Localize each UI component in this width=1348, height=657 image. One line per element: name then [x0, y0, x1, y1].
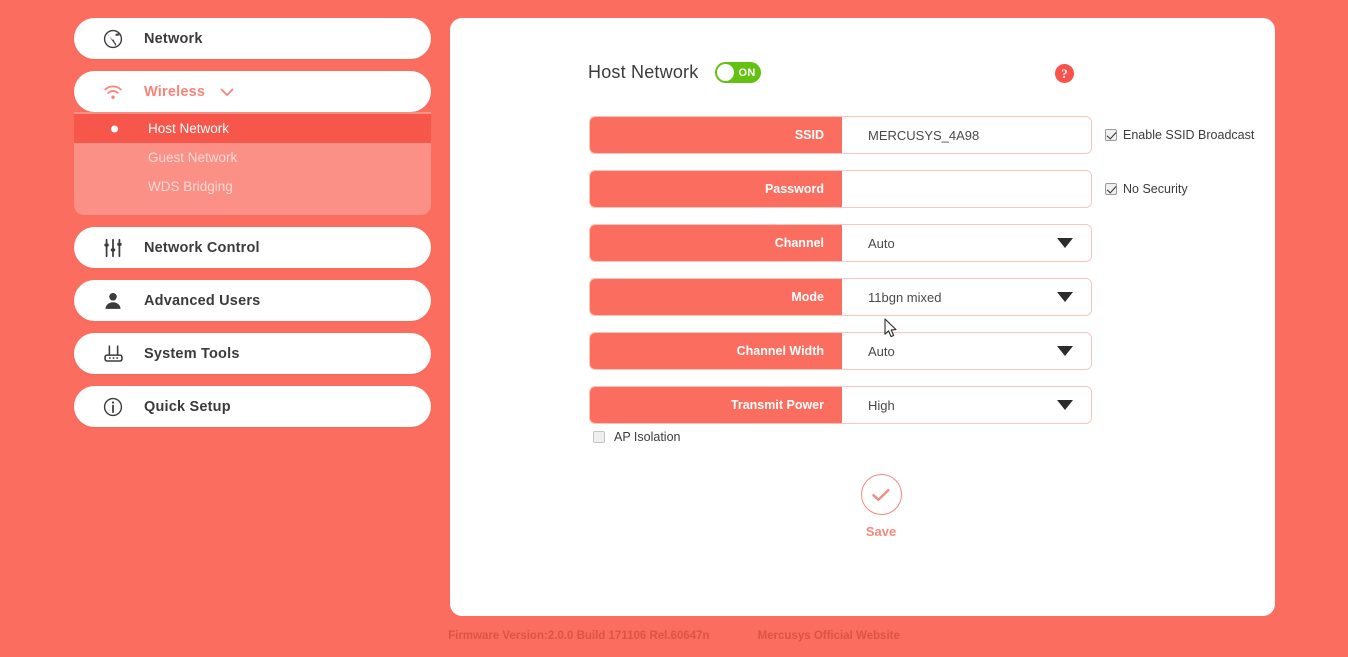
- channel-select[interactable]: Auto: [842, 225, 1091, 261]
- host-network-toggle[interactable]: ON: [715, 62, 762, 83]
- sidebar-subitem-guest-network[interactable]: Guest Network: [74, 143, 431, 172]
- host-network-form: SSID MERCUSYS_4A98 Password Channel Auto…: [589, 116, 1092, 440]
- footer: Firmware Version:2.0.0 Build 171106 Rel.…: [0, 630, 1348, 642]
- active-bullet-icon: [111, 125, 118, 132]
- form-row-password: Password: [589, 170, 1092, 208]
- globe-icon: [100, 26, 126, 52]
- chevron-down-icon[interactable]: [1057, 292, 1073, 302]
- sidebar-item-wireless[interactable]: Wireless: [74, 71, 431, 112]
- main-panel: Host Network ON ? SSID MERCUSYS_4A98 Pas…: [450, 18, 1275, 616]
- no-security-checkbox[interactable]: No Security: [1105, 182, 1188, 196]
- ap-isolation-checkbox[interactable]: AP Isolation: [593, 430, 680, 444]
- toggle-knob: [717, 64, 735, 81]
- save-button[interactable]: Save: [838, 474, 924, 539]
- wifi-icon: [100, 79, 126, 105]
- transmit-power-select[interactable]: High: [842, 387, 1091, 423]
- chevron-down-icon[interactable]: [1057, 400, 1073, 410]
- router-icon: [100, 341, 126, 367]
- user-icon: [100, 288, 126, 314]
- checkbox-icon: [1105, 129, 1117, 141]
- toggle-state-label: ON: [738, 66, 756, 79]
- sidebar-item-advanced-users[interactable]: Advanced Users: [74, 280, 431, 321]
- sliders-icon: [100, 235, 126, 261]
- firmware-version: Firmware Version:2.0.0 Build 171106 Rel.…: [448, 630, 710, 642]
- save-label: Save: [865, 524, 897, 539]
- checkbox-icon: [593, 431, 605, 443]
- chevron-down-icon[interactable]: [219, 86, 235, 98]
- official-website-link[interactable]: Mercusys Official Website: [758, 630, 900, 642]
- panel-header: Host Network ON: [588, 62, 762, 83]
- sidebar-subitem-wds-bridging[interactable]: WDS Bridging: [74, 172, 431, 201]
- form-row-transmit-power: Transmit Power High: [589, 386, 1092, 424]
- sidebar-item-label: Wireless: [144, 83, 206, 100]
- sidebar-item-label: Quick Setup: [144, 398, 231, 415]
- sidebar-item-system-tools[interactable]: System Tools: [74, 333, 431, 374]
- page-title: Host Network: [588, 62, 699, 82]
- check-icon: [860, 474, 902, 515]
- sidebar-subitem-label: Host Network: [148, 121, 230, 136]
- checkbox-label: AP Isolation: [614, 430, 681, 444]
- chevron-down-icon[interactable]: [1057, 346, 1073, 356]
- form-row-mode: Mode 11bgn mixed: [589, 278, 1092, 316]
- row-label: Channel: [590, 225, 842, 261]
- password-input[interactable]: [842, 171, 1091, 207]
- row-label: Mode: [590, 279, 842, 315]
- sidebar-item-network-control[interactable]: Network Control: [74, 227, 431, 268]
- sidebar-subitem-label: Guest Network: [148, 150, 238, 165]
- wireless-submenu: Host Network Guest Network WDS Bridging: [74, 112, 431, 215]
- form-row-channel-width: Channel Width Auto: [589, 332, 1092, 370]
- info-icon: [100, 394, 126, 420]
- row-label: Transmit Power: [590, 387, 842, 423]
- mode-select[interactable]: 11bgn mixed: [842, 279, 1091, 315]
- form-row-channel: Channel Auto: [589, 224, 1092, 262]
- ssid-input[interactable]: MERCUSYS_4A98: [842, 117, 1091, 153]
- sidebar: Network Wireless Host Network Guest Netw…: [74, 18, 431, 439]
- row-label: SSID: [590, 117, 842, 153]
- sidebar-item-label: System Tools: [144, 345, 240, 362]
- checkbox-icon: [1105, 183, 1117, 195]
- sidebar-item-label: Network: [144, 30, 203, 47]
- sidebar-item-quick-setup[interactable]: Quick Setup: [74, 386, 431, 427]
- sidebar-subitem-host-network[interactable]: Host Network: [74, 114, 431, 143]
- enable-ssid-broadcast-checkbox[interactable]: Enable SSID Broadcast: [1105, 128, 1254, 142]
- help-icon[interactable]: ?: [1055, 64, 1074, 83]
- row-label: Channel Width: [590, 333, 842, 369]
- sidebar-item-label: Advanced Users: [144, 292, 261, 309]
- sidebar-item-network[interactable]: Network: [74, 18, 431, 59]
- row-label: Password: [590, 171, 842, 207]
- chevron-down-icon[interactable]: [1057, 238, 1073, 248]
- form-row-ssid: SSID MERCUSYS_4A98: [589, 116, 1092, 154]
- channel-width-select[interactable]: Auto: [842, 333, 1091, 369]
- checkbox-label: Enable SSID Broadcast: [1123, 128, 1255, 142]
- sidebar-item-label: Network Control: [144, 239, 260, 256]
- checkbox-label: No Security: [1123, 182, 1188, 196]
- sidebar-subitem-label: WDS Bridging: [148, 179, 233, 194]
